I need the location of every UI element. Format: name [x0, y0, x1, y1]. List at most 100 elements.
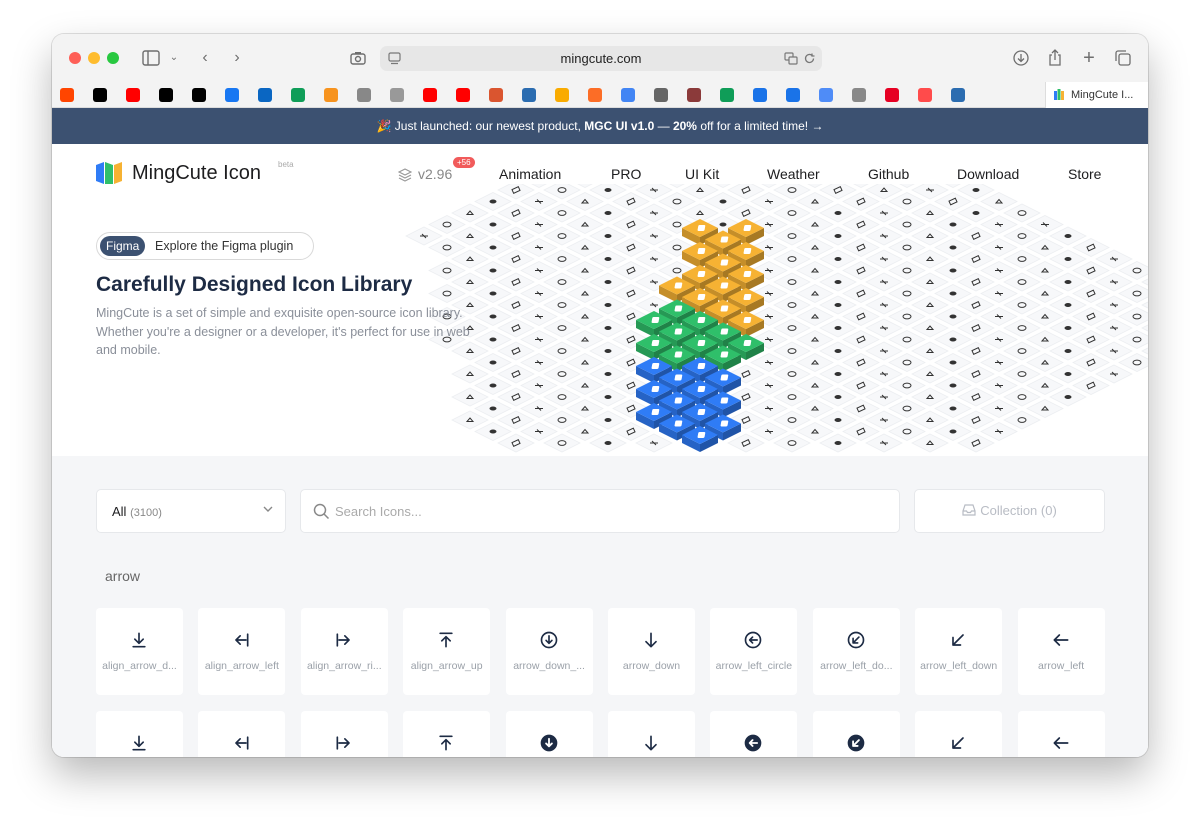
isometric-tile	[957, 249, 995, 269]
banner-product: MGC UI v1.0	[584, 119, 655, 133]
puzzle-icon[interactable]	[687, 88, 701, 102]
icon-card[interactable]: arrow_left_do...	[812, 608, 900, 695]
icon-card[interactable]: align_arrow_ri...	[300, 711, 388, 757]
icon-card[interactable]: align_arrow_left	[198, 608, 286, 695]
search-box[interactable]	[300, 489, 900, 533]
active-tab[interactable]: MingCute I...	[1045, 82, 1148, 108]
sheets-icon[interactable]	[291, 88, 305, 102]
gemini-icon[interactable]	[819, 88, 833, 102]
nav-animation[interactable]: Animation	[499, 166, 561, 182]
icon-card[interactable]: arrow_down_...	[505, 608, 593, 695]
nav-github[interactable]: Github	[868, 166, 909, 182]
close-window-button[interactable]	[69, 52, 81, 64]
compass-icon[interactable]	[654, 88, 668, 102]
icon-card[interactable]: arrow_down	[608, 608, 695, 695]
isometric-tile	[497, 341, 535, 361]
chevron-down-icon	[263, 503, 273, 517]
reload-icon[interactable]	[803, 52, 816, 65]
isometric-tile	[957, 364, 995, 384]
icon-card[interactable]: arrow_left_down	[915, 711, 1003, 757]
chrome-icon[interactable]	[621, 88, 635, 102]
nav-store[interactable]: Store	[1068, 166, 1101, 182]
producthunt-icon[interactable]	[489, 88, 503, 102]
nav-download[interactable]: Download	[957, 166, 1019, 182]
isometric-tile	[1072, 261, 1110, 280]
sheets-icon[interactable]	[720, 88, 734, 102]
isometric-tile	[888, 238, 926, 257]
icon-card[interactable]: arrow_left_circle	[710, 711, 798, 757]
reddit-icon[interactable]	[60, 88, 74, 102]
icon-card[interactable]: align_arrow_d...	[96, 608, 183, 695]
isometric-tile	[865, 295, 903, 315]
youtube-icon[interactable]	[456, 88, 470, 102]
camera-icon[interactable]	[349, 48, 367, 68]
back-icon[interactable]: ‹	[198, 48, 212, 68]
new-tab-icon[interactable]: +	[1080, 48, 1098, 68]
isometric-tile	[1003, 341, 1041, 361]
icon-card[interactable]: align_arrow_up	[403, 711, 491, 757]
t-bookmark-icon[interactable]	[951, 88, 965, 102]
zoom-window-button[interactable]	[107, 52, 119, 64]
icon-card[interactable]: arrow_left_down	[915, 608, 1003, 695]
share-icon[interactable]	[1046, 48, 1064, 68]
t-bookmark-icon[interactable]	[522, 88, 536, 102]
linkedin-icon[interactable]	[258, 88, 272, 102]
sidebar-toggle-icon[interactable]	[142, 48, 160, 68]
isometric-tile	[589, 249, 627, 269]
nav-ui-kit[interactable]: UI Kit	[685, 166, 719, 182]
threads-icon[interactable]	[93, 88, 107, 102]
icon-card[interactable]: align_arrow_left	[198, 711, 286, 757]
icon-card[interactable]: arrow_left	[1017, 608, 1105, 695]
analytics-icon[interactable]	[555, 88, 569, 102]
translate-icon[interactable]	[784, 52, 798, 65]
v-bookmark-icon[interactable]	[390, 88, 404, 102]
arrow-left-down-fill-icon	[952, 737, 965, 749]
isometric-tile	[934, 399, 972, 418]
isometric-tile	[911, 364, 949, 384]
youtube-icon[interactable]	[423, 88, 437, 102]
nav-weather[interactable]: Weather	[767, 166, 820, 182]
circle-icon[interactable]	[753, 88, 767, 102]
x-bookmark-icon[interactable]	[357, 88, 371, 102]
bookmark-icon[interactable]	[324, 88, 338, 102]
logo-text: MingCute Icon	[132, 162, 261, 184]
icon-card[interactable]: arrow_down	[608, 711, 695, 757]
isometric-tile	[842, 307, 880, 326]
address-bar[interactable]: mingcute.com	[380, 46, 822, 71]
promo-banner[interactable]: 🎉 Just launched: our newest product, MGC…	[52, 108, 1148, 144]
gitlab-icon[interactable]	[588, 88, 602, 102]
icon-card-label: align_arrow_left	[204, 660, 279, 672]
t-bookmark-icon[interactable]	[852, 88, 866, 102]
figma-plugin-link[interactable]: Figma Explore the Figma plugin	[96, 232, 314, 260]
category-select[interactable]: All (3100)	[96, 489, 286, 533]
minimize-window-button[interactable]	[88, 52, 100, 64]
icon-card[interactable]: arrow_left_circle	[710, 608, 798, 695]
icon-card[interactable]: arrow_left	[1017, 711, 1105, 757]
isometric-tile	[842, 353, 880, 372]
pinterest-icon[interactable]	[885, 88, 899, 102]
facebook-icon[interactable]	[225, 88, 239, 102]
search-input[interactable]	[335, 500, 875, 522]
icon-card[interactable]: align_arrow_d...	[96, 711, 183, 757]
nav-pro[interactable]: PRO	[611, 166, 641, 182]
chevron-down-icon[interactable]: ⌄	[169, 48, 179, 68]
tab-overview-icon[interactable]	[1114, 48, 1132, 68]
icon-card[interactable]: arrow_down_...	[505, 711, 593, 757]
tiktok-icon[interactable]	[159, 88, 173, 102]
forward-icon[interactable]: ›	[230, 48, 244, 68]
download-icon[interactable]	[1012, 48, 1030, 68]
isometric-tile	[612, 284, 650, 303]
window-icon[interactable]	[786, 88, 800, 102]
icon-card[interactable]: align_arrow_ri...	[300, 608, 388, 695]
collection-button[interactable]: Collection (0)	[914, 489, 1105, 533]
isometric-tile	[888, 353, 926, 372]
isometric-tile	[888, 261, 926, 280]
isometric-tile	[865, 249, 903, 269]
x-icon[interactable]	[192, 88, 206, 102]
icon-card[interactable]: align_arrow_up	[403, 608, 491, 695]
arrow-left-down-circle-icon	[847, 631, 865, 649]
version-label[interactable]: v2.96	[418, 166, 452, 182]
play-icon[interactable]	[918, 88, 932, 102]
icon-card[interactable]: arrow_left_do...	[812, 711, 900, 757]
youtube-icon[interactable]	[126, 88, 140, 102]
